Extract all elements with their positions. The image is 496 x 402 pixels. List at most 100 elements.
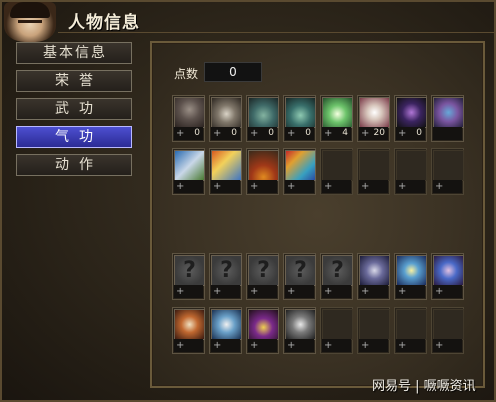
- skill-slot[interactable]: +0: [172, 95, 205, 142]
- empty-slot-frame: [433, 309, 464, 340]
- plus-icon[interactable]: +: [398, 285, 406, 298]
- empty-slot[interactable]: +: [357, 148, 390, 195]
- empty-slot[interactable]: +: [357, 307, 390, 354]
- plus-icon[interactable]: +: [213, 127, 221, 140]
- skill-slot[interactable]: +: [246, 148, 279, 195]
- qigong-skill-19-icon: [285, 309, 316, 340]
- tab-actions[interactable]: 动作: [16, 154, 132, 176]
- skill-level: 0: [305, 128, 311, 138]
- plus-icon[interactable]: +: [287, 285, 295, 298]
- plus-icon[interactable]: +: [398, 180, 406, 193]
- question-mark-icon: ?: [174, 255, 205, 286]
- plus-icon[interactable]: +: [287, 339, 295, 352]
- locked-skill-slot[interactable]: ? +: [246, 253, 279, 300]
- plus-icon[interactable]: +: [213, 285, 221, 298]
- plus-icon[interactable]: +: [361, 285, 369, 298]
- skill-slot[interactable]: +: [246, 307, 279, 354]
- empty-slot[interactable]: +: [320, 307, 353, 354]
- qigong-skill-10-icon: [211, 150, 242, 181]
- locked-skill-slot[interactable]: ? +: [172, 253, 205, 300]
- plus-icon[interactable]: +: [250, 285, 258, 298]
- skill-slot[interactable]: [431, 95, 464, 142]
- tab-basic-info[interactable]: 基本信息: [16, 42, 132, 64]
- skill-level: 0: [231, 128, 237, 138]
- plus-icon[interactable]: +: [435, 339, 443, 352]
- question-mark-icon: ?: [248, 255, 279, 286]
- locked-skill-slot[interactable]: ? +: [209, 253, 242, 300]
- skill-slot[interactable]: +: [394, 253, 427, 300]
- plus-icon[interactable]: +: [176, 180, 184, 193]
- plus-icon[interactable]: +: [324, 180, 332, 193]
- skill-slot[interactable]: +: [283, 148, 316, 195]
- plus-icon[interactable]: +: [324, 285, 332, 298]
- plus-icon[interactable]: +: [250, 127, 258, 140]
- empty-slot[interactable]: +: [431, 148, 464, 195]
- tab-honor[interactable]: 荣誉: [16, 70, 132, 92]
- plus-icon[interactable]: +: [213, 339, 221, 352]
- points-value: 0: [204, 62, 262, 82]
- skill-slot[interactable]: +0: [283, 95, 316, 142]
- empty-slot-frame: [359, 150, 390, 181]
- empty-slot-frame: [359, 309, 390, 340]
- empty-slot[interactable]: +: [394, 307, 427, 354]
- plus-icon[interactable]: +: [435, 180, 443, 193]
- skill-level: 0: [194, 128, 200, 138]
- plus-icon[interactable]: +: [176, 339, 184, 352]
- title-divider: [58, 32, 494, 33]
- empty-slot-frame: [396, 150, 427, 181]
- skill-level: 4: [342, 128, 348, 138]
- locked-skill-slot[interactable]: ? +: [283, 253, 316, 300]
- skill-slot[interactable]: +: [431, 253, 464, 300]
- qigong-skill-11-icon: [248, 150, 279, 181]
- skill-slot[interactable]: +: [283, 307, 316, 354]
- skill-slot[interactable]: +0: [209, 95, 242, 142]
- empty-slot[interactable]: +: [320, 148, 353, 195]
- skill-slot[interactable]: +: [209, 307, 242, 354]
- empty-slot[interactable]: +: [431, 307, 464, 354]
- skill-slot[interactable]: +20: [357, 95, 390, 142]
- watermark-text: 网易号 | 噘噘资讯: [372, 379, 476, 394]
- qigong-row-1: +0 +0 +0 +0 +4 +20 +0: [172, 95, 464, 142]
- empty-slot-frame: [433, 150, 464, 181]
- plus-icon[interactable]: +: [287, 180, 295, 193]
- skill-slot[interactable]: +0: [394, 95, 427, 142]
- skill-slot[interactable]: +: [172, 307, 205, 354]
- qigong-skill-5-icon: [322, 97, 353, 128]
- skill-level: 0: [268, 128, 274, 138]
- qigong-row-2: + + + + + + + +: [172, 148, 464, 195]
- question-mark-icon: ?: [285, 255, 316, 286]
- plus-icon[interactable]: +: [176, 127, 184, 140]
- plus-icon[interactable]: +: [435, 285, 443, 298]
- locked-skill-slot[interactable]: ? +: [320, 253, 353, 300]
- plus-icon[interactable]: +: [324, 127, 332, 140]
- title-bar: 人物信息: [2, 2, 494, 42]
- plus-icon[interactable]: +: [398, 339, 406, 352]
- plus-icon[interactable]: +: [398, 127, 406, 140]
- tab-qigong[interactable]: 气功: [16, 126, 132, 148]
- skill-slot[interactable]: +: [209, 148, 242, 195]
- empty-slot[interactable]: +: [394, 148, 427, 195]
- qigong-skill-12-icon: [285, 150, 316, 181]
- plus-icon[interactable]: +: [361, 180, 369, 193]
- character-info-window: 人物信息 基本信息 荣誉 武功 气功 动作 点数 0 +0 +0 +0 +0 +…: [0, 0, 496, 402]
- plus-icon[interactable]: +: [287, 127, 295, 140]
- skill-slot[interactable]: +4: [320, 95, 353, 142]
- character-avatar: [4, 2, 56, 42]
- skill-slot[interactable]: +: [172, 148, 205, 195]
- skill-level: 20: [373, 128, 385, 138]
- plus-icon[interactable]: +: [324, 339, 332, 352]
- tab-martial-arts[interactable]: 武功: [16, 98, 132, 120]
- skill-level: 0: [416, 128, 422, 138]
- qigong-skill-15-icon: [433, 255, 464, 286]
- plus-icon[interactable]: +: [213, 180, 221, 193]
- skill-slot[interactable]: +0: [246, 95, 279, 142]
- points-label: 点数: [174, 67, 199, 81]
- plus-icon[interactable]: +: [250, 339, 258, 352]
- category-tabs: 基本信息 荣誉 武功 气功 动作: [16, 42, 134, 182]
- plus-icon[interactable]: +: [250, 180, 258, 193]
- plus-icon[interactable]: +: [361, 339, 369, 352]
- plus-icon[interactable]: +: [176, 285, 184, 298]
- skill-slot[interactable]: +: [357, 253, 390, 300]
- plus-icon[interactable]: +: [361, 127, 369, 140]
- qigong-skill-4-icon: [285, 97, 316, 128]
